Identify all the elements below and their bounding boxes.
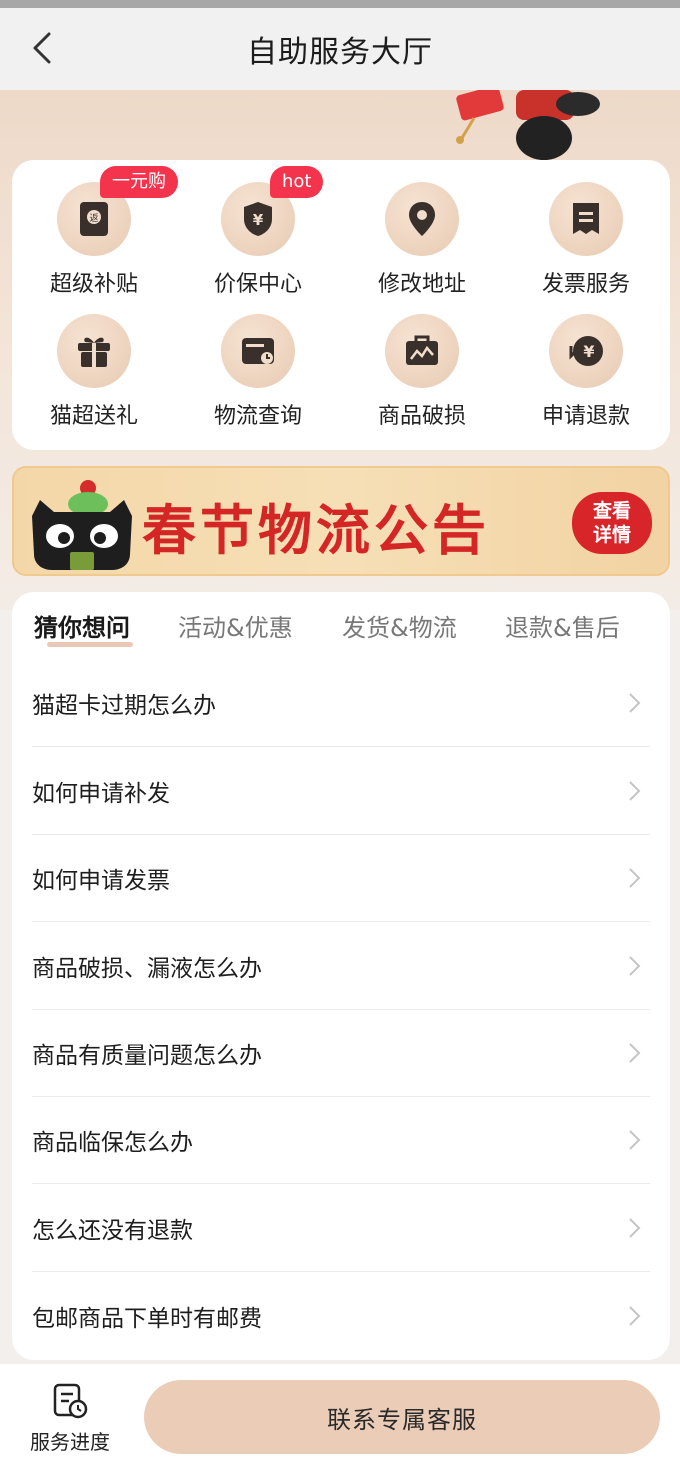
chevron-right-icon (629, 956, 641, 976)
chevron-right-icon (629, 1130, 641, 1150)
faq-question: 怎么还没有退款 (32, 1218, 193, 1244)
service-gift[interactable]: 猫超送礼 (24, 314, 164, 434)
faq-question: 商品有质量问题怎么办 (32, 1043, 262, 1069)
service-refund[interactable]: ¥ 申请退款 (516, 314, 656, 434)
tab-guess[interactable]: 猜你想问 (34, 608, 130, 643)
chevron-right-icon (629, 1305, 641, 1326)
svg-text:¥: ¥ (253, 211, 264, 229)
service-icon-circle (385, 314, 459, 388)
faq-item[interactable]: 猫超卡过期怎么办 (32, 660, 650, 747)
tab-activities[interactable]: 活动&优惠 (178, 608, 293, 643)
contact-customer-service-button[interactable]: 联系专属客服 (144, 1380, 660, 1454)
tab-shipping[interactable]: 发货&物流 (342, 608, 457, 643)
bottom-action-bar: 服务进度 联系专属客服 (0, 1364, 680, 1468)
chevron-right-icon (629, 1043, 641, 1063)
festive-mascot-decoration (456, 90, 600, 160)
service-icon-circle (57, 314, 131, 388)
refund-yen-icon: ¥ (569, 336, 603, 366)
faq-question: 包邮商品下单时有邮费 (32, 1305, 262, 1332)
chevron-right-icon (629, 781, 641, 801)
faq-item[interactable]: 怎么还没有退款 (32, 1185, 650, 1272)
view-details-line1: 查看 (592, 500, 631, 522)
service-progress-icon (53, 1383, 88, 1419)
banner-title: 春节物流公告 (142, 498, 490, 562)
service-label: 超级补贴 (49, 272, 138, 297)
invoice-icon (573, 203, 599, 234)
svg-text:¥: ¥ (583, 342, 594, 361)
chevron-left-icon (33, 32, 51, 64)
service-invoice[interactable]: 发票服务 (516, 182, 656, 302)
service-label: 商品破损 (377, 404, 466, 429)
location-pin-icon (409, 202, 435, 236)
back-button[interactable] (22, 28, 62, 68)
faq-question: 如何申请发票 (32, 868, 170, 894)
faq-item[interactable]: 商品临保怎么办 (32, 1097, 650, 1184)
service-icon-circle: ¥ (549, 314, 623, 388)
navigation-bar: 自助服务大厅 (0, 8, 680, 90)
service-progress-label: 服务进度 (30, 1430, 110, 1454)
faq-item[interactable]: 商品破损、漏液怎么办 (32, 923, 650, 1010)
service-damaged-goods[interactable]: 商品破损 (352, 314, 492, 434)
svg-text:返: 返 (89, 212, 98, 224)
service-label: 发票服务 (541, 272, 630, 297)
service-price-protection[interactable]: ¥ 价保中心 hot (188, 166, 328, 302)
spring-festival-banner[interactable]: 春节物流公告 查看 详情 (12, 466, 670, 576)
service-super-subsidy[interactable]: 返 超级补贴 一元购 (24, 166, 178, 302)
service-label: 猫超送礼 (49, 404, 138, 429)
broken-package-icon (406, 335, 438, 365)
promo-badge: 一元购 (100, 166, 178, 198)
tmall-cat-mascot (32, 480, 132, 570)
faq-question: 商品临保怎么办 (32, 1130, 193, 1156)
faq-item[interactable]: 商品有质量问题怎么办 (32, 1010, 650, 1097)
service-icon-circle (549, 182, 623, 256)
chevron-right-icon (629, 1218, 641, 1238)
service-progress-button[interactable]: 服务进度 (22, 1382, 118, 1462)
view-details-button[interactable]: 查看 详情 (572, 492, 652, 554)
service-icon-circle (385, 182, 459, 256)
service-label: 修改地址 (377, 272, 466, 297)
shield-yen-icon: ¥ (244, 202, 272, 236)
faq-question: 如何申请补发 (32, 781, 170, 807)
faq-question: 猫超卡过期怎么办 (32, 693, 216, 719)
page-title: 自助服务大厅 (247, 35, 433, 70)
tab-refund-aftersales[interactable]: 退款&售后 (505, 608, 620, 643)
service-change-address[interactable]: 修改地址 (352, 182, 492, 302)
active-tab-indicator (47, 642, 133, 647)
chevron-right-icon (629, 693, 641, 713)
faq-card: 猜你想问 活动&优惠 发货&物流 退款&售后 猫超卡过期怎么办 如何申请补发 如… (12, 592, 670, 1360)
view-details-line2: 详情 (592, 524, 631, 546)
gift-icon (78, 337, 110, 367)
service-icon-circle (221, 314, 295, 388)
logistics-card-icon (242, 338, 274, 364)
faq-question: 商品破损、漏液怎么办 (32, 956, 262, 982)
service-label: 价保中心 (213, 272, 302, 297)
service-grid: 返 超级补贴 一元购 ¥ 价保中心 hot 修改地址 发票服务 猫超送礼 物流查… (12, 160, 670, 450)
faq-item[interactable]: 如何申请补发 (32, 748, 650, 835)
status-strip (0, 0, 680, 8)
hot-badge: hot (270, 166, 324, 198)
faq-item[interactable]: 如何申请发票 (32, 835, 650, 922)
service-label: 申请退款 (541, 404, 630, 429)
chevron-right-icon (629, 868, 641, 888)
faq-item[interactable]: 包邮商品下单时有邮费 (32, 1272, 650, 1359)
service-logistics[interactable]: 物流查询 (188, 314, 328, 434)
service-label: 物流查询 (213, 404, 302, 429)
rebate-envelope-icon: 返 (80, 202, 108, 236)
